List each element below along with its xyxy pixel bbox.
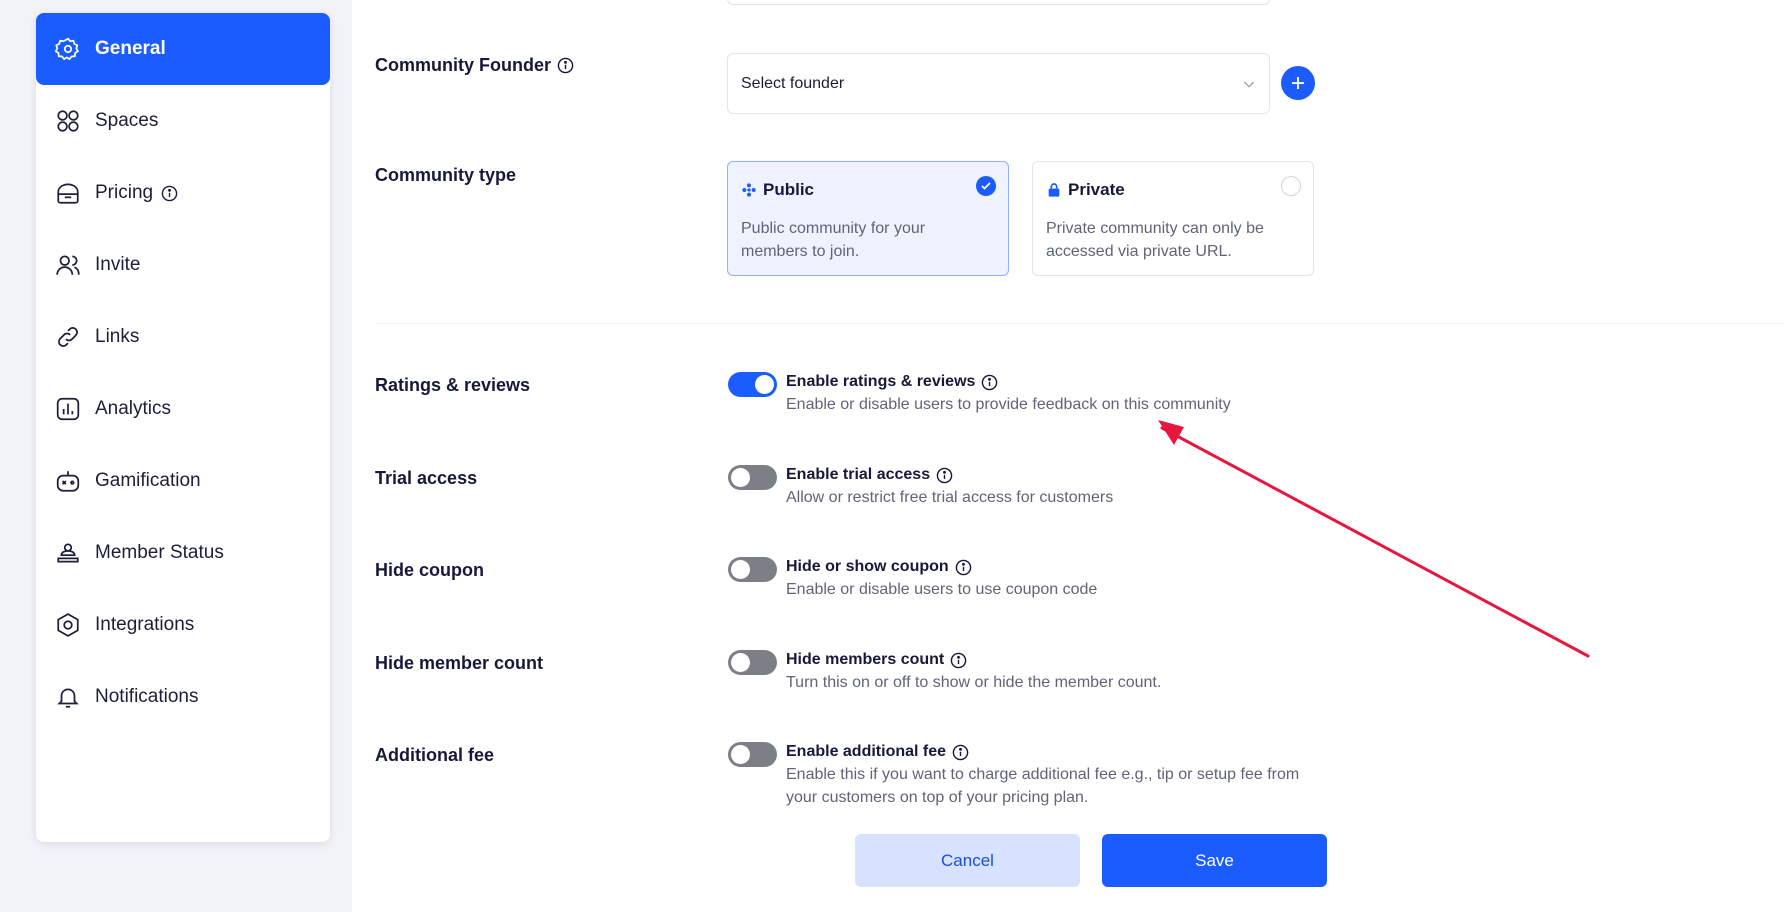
hide-member-count-title-row: Hide members count <box>786 651 967 669</box>
public-title-row: Public <box>741 180 995 200</box>
hide-member-count-toggle[interactable] <box>728 650 777 675</box>
sidebar-item-spaces[interactable]: Spaces <box>36 85 330 157</box>
info-icon[interactable] <box>955 559 972 576</box>
gamepad-icon <box>54 467 82 495</box>
toggle-knob <box>731 653 750 672</box>
hide-coupon-description: Enable or disable users to use coupon co… <box>786 581 1098 598</box>
public-title: Public <box>763 180 815 199</box>
trial-access-toggle[interactable] <box>728 465 777 490</box>
info-icon[interactable] <box>950 652 967 669</box>
sidebar-item-invite[interactable]: Invite <box>36 229 330 301</box>
integrations-icon <box>54 611 82 639</box>
section-divider <box>375 323 1784 324</box>
hide-coupon-title-row: Hide or show coupon <box>786 558 972 576</box>
public-radio-checked[interactable] <box>976 176 996 196</box>
hide-member-count-label: Hide member count <box>375 653 544 673</box>
founder-select-placeholder: Select founder <box>741 74 845 92</box>
toggle-knob <box>731 560 750 579</box>
hide-coupon-label: Hide coupon <box>375 560 484 580</box>
toggle-knob <box>755 375 774 394</box>
private-title: Private <box>1068 180 1125 199</box>
add-founder-button[interactable] <box>1281 66 1315 100</box>
sidebar-item-label: Links <box>95 326 140 347</box>
analytics-icon <box>54 395 82 423</box>
info-icon[interactable] <box>161 185 178 202</box>
sidebar-item-label: Gamification <box>95 470 201 491</box>
chevron-down-icon <box>1243 81 1255 88</box>
sidebar-item-label: Pricing <box>95 182 154 203</box>
previous-field-bottom <box>727 0 1270 5</box>
link-icon <box>54 323 82 351</box>
sidebar-item-label: Member Status <box>95 542 224 563</box>
ratings-reviews-toggle[interactable] <box>728 372 777 397</box>
gear-icon <box>54 35 82 63</box>
community-founder-label: Community Founder <box>375 55 551 75</box>
check-icon <box>981 182 991 190</box>
info-icon[interactable] <box>557 57 574 74</box>
public-description: Public community for your members to joi… <box>741 220 926 260</box>
sidebar-item-label: General <box>95 38 166 59</box>
users-icon <box>54 251 82 279</box>
ratings-reviews-title: Enable ratings & reviews <box>786 373 976 390</box>
pricing-icon <box>54 179 82 207</box>
community-founder-row: Community Founder <box>375 55 574 76</box>
hide-coupon-toggle[interactable] <box>728 557 777 582</box>
lock-icon <box>1046 182 1062 198</box>
hide-coupon-title: Hide or show coupon <box>786 558 949 575</box>
sidebar-item-links[interactable]: Links <box>36 301 330 373</box>
ratings-reviews-title-row: Enable ratings & reviews <box>786 373 998 391</box>
sidebar-item-label: Integrations <box>95 614 195 635</box>
sidebar-item-label: Spaces <box>95 110 159 131</box>
save-button[interactable]: Save <box>1102 834 1327 887</box>
member-status-icon <box>54 539 82 567</box>
hide-member-count-title: Hide members count <box>786 651 945 668</box>
trial-access-description: Allow or restrict free trial access for … <box>786 489 1114 506</box>
bell-icon <box>54 683 82 711</box>
cancel-button[interactable]: Cancel <box>855 834 1080 887</box>
additional-fee-label: Additional fee <box>375 745 495 765</box>
community-type-public-card[interactable]: Public Public community for your members… <box>727 161 1009 276</box>
public-icon <box>741 182 757 198</box>
private-description: Private community can only be accessed v… <box>1046 220 1264 260</box>
additional-fee-toggle[interactable] <box>728 742 777 767</box>
ratings-reviews-description: Enable or disable users to provide feedb… <box>786 396 1231 413</box>
spaces-icon <box>54 107 82 135</box>
settings-main: Community Founder Select founder Communi… <box>352 0 1784 912</box>
founder-select[interactable]: Select founder <box>727 53 1270 114</box>
additional-fee-description: Enable this if you want to charge additi… <box>786 766 1300 806</box>
sidebar-item-label: Invite <box>95 254 141 275</box>
trial-access-title: Enable trial access <box>786 466 931 483</box>
plus-icon <box>1292 77 1304 89</box>
additional-fee-title: Enable additional fee <box>786 743 947 760</box>
sidebar-item-notifications[interactable]: Notifications <box>36 661 330 733</box>
ratings-reviews-label: Ratings & reviews <box>375 375 531 395</box>
toggle-knob <box>731 468 750 487</box>
info-icon[interactable] <box>952 744 969 761</box>
info-icon[interactable] <box>981 374 998 391</box>
sidebar-item-label: Analytics <box>95 398 172 419</box>
community-type-label: Community type <box>375 165 517 185</box>
hide-member-count-description: Turn this on or off to show or hide the … <box>786 674 1162 691</box>
trial-access-label: Trial access <box>375 468 478 488</box>
private-radio[interactable] <box>1281 176 1301 196</box>
sidebar-item-pricing[interactable]: Pricing <box>36 157 330 229</box>
private-title-row: Private <box>1046 180 1300 200</box>
community-type-private-card[interactable]: Private Private community can only be ac… <box>1032 161 1314 276</box>
settings-sidebar: General Spaces Pricing Invite Links Anal… <box>36 13 330 842</box>
sidebar-item-analytics[interactable]: Analytics <box>36 373 330 445</box>
sidebar-item-integrations[interactable]: Integrations <box>36 589 330 661</box>
sidebar-item-general[interactable]: General <box>36 13 330 85</box>
sidebar-item-member-status[interactable]: Member Status <box>36 517 330 589</box>
sidebar-item-label: Notifications <box>95 686 199 707</box>
additional-fee-title-row: Enable additional fee <box>786 743 969 761</box>
info-icon[interactable] <box>936 467 953 484</box>
trial-access-title-row: Enable trial access <box>786 466 953 484</box>
toggle-knob <box>731 745 750 764</box>
sidebar-item-gamification[interactable]: Gamification <box>36 445 330 517</box>
